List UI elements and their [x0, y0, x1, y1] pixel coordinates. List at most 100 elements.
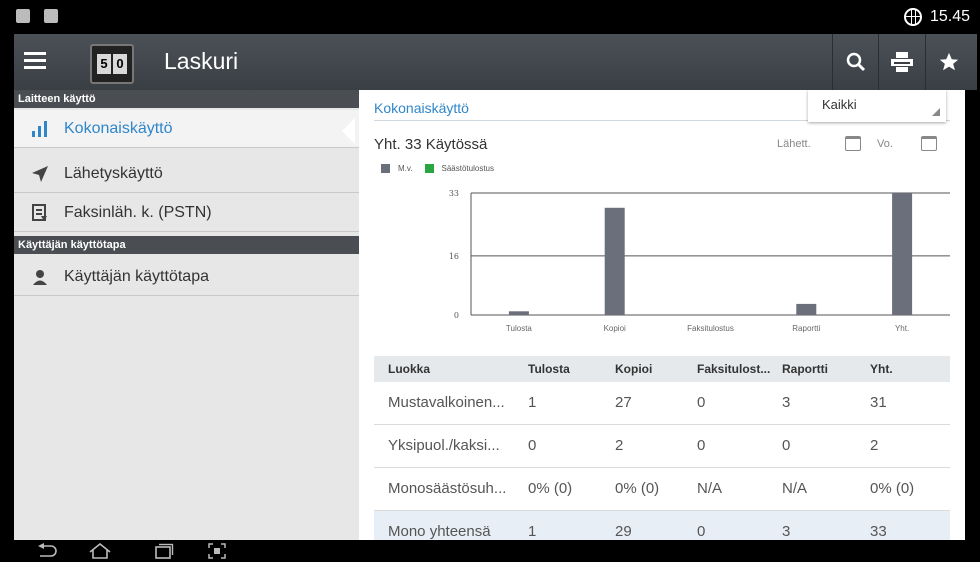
x-tick-label: Yht. [895, 324, 909, 333]
search-icon [846, 52, 866, 72]
date-to-calendar-icon[interactable] [921, 136, 937, 151]
app-title: Laskuri [164, 48, 239, 74]
chart-legend: M.v. Säästötulostus [381, 164, 494, 173]
sidebar-section-header: Laitteen käyttö [14, 90, 359, 108]
page-title: Kokonaiskäyttö [374, 100, 469, 116]
sidebar-item-fax-usage[interactable]: Faksinläh. k. (PSTN) [14, 194, 359, 232]
legend-label: Säästötulostus [441, 164, 494, 173]
table-cell: N/A [782, 480, 808, 497]
table-cell: 2 [615, 437, 624, 454]
main-panel: Kokonaiskäyttö Kaikki Yht. 33 Käytössä L… [359, 90, 965, 540]
table-cell: 27 [615, 394, 632, 411]
screen-capture-icon[interactable] [208, 543, 226, 559]
usage-bar-chart: 0 16 33 Tulosta Kopioi Faksitulostus Raportti Y… [449, 189, 950, 333]
total-usage-text: Yht. 33 Käytössä [374, 136, 488, 153]
date-from-calendar-icon[interactable] [845, 136, 861, 151]
table-row-total: Mono yhteensä 1 29 0 3 33 [374, 511, 950, 540]
search-button[interactable] [832, 34, 879, 90]
table-cell: 0% (0) [870, 480, 915, 497]
table-cell: Monosäästösuh... [388, 480, 507, 497]
status-bar: 15.45 [0, 0, 980, 34]
table-cell: 3 [782, 394, 791, 411]
send-icon [30, 164, 50, 184]
recent-apps-icon[interactable] [152, 543, 174, 559]
table-cell: 0 [528, 437, 537, 454]
sidebar-item-label: Lähetyskäyttö [64, 164, 163, 182]
y-tick-label: 16 [449, 252, 459, 261]
fax-document-icon [30, 203, 50, 223]
dropdown-corner-icon [932, 108, 940, 116]
x-tick-label: Faksitulostus [687, 324, 734, 333]
table-cell: 3 [782, 523, 791, 540]
table-row: Mustavalkoinen... 1 27 0 3 31 [374, 382, 950, 425]
table-cell: 0 [697, 523, 706, 540]
app-bar: 5 0 Laskuri [14, 34, 977, 90]
logo-digit: 5 [97, 54, 111, 74]
bar-kopioi [604, 207, 625, 315]
x-tick-label: Tulosta [506, 324, 532, 333]
sidebar-section-header: Käyttäjän käyttötapa [14, 236, 359, 254]
printer-icon [891, 52, 913, 72]
table-cell: Mono yhteensä [388, 523, 491, 540]
table-cell: 0 [697, 437, 706, 454]
favorite-button[interactable] [925, 34, 972, 90]
table-cell: Mustavalkoinen... [388, 394, 505, 411]
sidebar-item-label: Faksinläh. k. (PSTN) [64, 203, 212, 221]
sidebar-item-user-usage[interactable]: Käyttäjän käyttötapa [14, 258, 359, 296]
filter-dropdown-value: Kaikki [822, 97, 857, 112]
star-icon [939, 52, 959, 71]
menu-icon[interactable] [24, 52, 46, 70]
printer-notification-icon [44, 9, 58, 23]
column-header: Faksitulost... [697, 362, 771, 376]
home-icon[interactable] [88, 543, 112, 559]
column-header: Yht. [870, 362, 893, 376]
back-icon[interactable] [36, 543, 58, 559]
screenshot-notification-icon [16, 9, 30, 23]
status-time: 15.45 [929, 8, 970, 25]
bar-yht [892, 193, 913, 315]
table-header: Luokka Tulosta Kopioi Faksitulost... Rap… [374, 356, 950, 382]
table-row: Monosäästösuh... 0% (0) 0% (0) N/A N/A 0… [374, 468, 950, 511]
column-header: Tulosta [528, 362, 570, 376]
column-header: Kopioi [615, 362, 653, 376]
table-cell: 0 [697, 394, 706, 411]
table-cell: 0% (0) [615, 480, 660, 497]
globe-icon [903, 8, 922, 26]
sidebar-item-label: Käyttäjän käyttötapa [64, 267, 209, 285]
y-tick-label: 33 [449, 189, 459, 198]
active-item-pointer [342, 118, 355, 144]
table-cell: N/A [697, 480, 723, 497]
user-icon [30, 267, 50, 287]
table-cell: 1 [528, 523, 537, 540]
legend-swatch [424, 164, 434, 173]
x-tick-label: Raportti [792, 324, 820, 333]
table-cell: 31 [870, 394, 887, 411]
column-header: Raportti [782, 362, 828, 376]
table-cell: 2 [870, 437, 879, 454]
table-cell: 29 [615, 523, 632, 540]
table-row: Yksipuol./kaksi... 0 2 0 0 2 [374, 425, 950, 468]
filter-dropdown[interactable]: Kaikki [808, 90, 946, 122]
print-button[interactable] [878, 34, 925, 90]
sidebar: Laitteen käyttö Kokonaiskäyttö Lähetyskä… [14, 90, 359, 540]
x-tick-label: Kopioi [604, 324, 626, 333]
table-cell: 0 [782, 437, 791, 454]
table-cell: Yksipuol./kaksi... [388, 437, 500, 454]
date-from-label: Lähett. [777, 138, 811, 150]
y-tick-label: 0 [454, 311, 459, 320]
table-cell: 1 [528, 394, 537, 411]
sidebar-item-total-usage[interactable]: Kokonaiskäyttö [14, 110, 359, 148]
system-navigation-bar [0, 540, 980, 562]
app-logo: 5 0 [90, 44, 134, 84]
sidebar-item-label: Kokonaiskäyttö [64, 119, 173, 137]
legend-label: M.v. [398, 164, 413, 173]
sidebar-item-send-usage[interactable]: Lähetyskäyttö [14, 155, 359, 193]
table-cell: 33 [870, 523, 887, 540]
bar-chart-icon [30, 119, 50, 139]
logo-digit: 0 [113, 54, 127, 74]
bar-tulosta [508, 311, 529, 315]
table-cell: 0% (0) [528, 480, 573, 497]
date-to-label: Vo. [877, 138, 893, 150]
column-header: Luokka [388, 362, 431, 376]
legend-swatch [381, 164, 390, 173]
